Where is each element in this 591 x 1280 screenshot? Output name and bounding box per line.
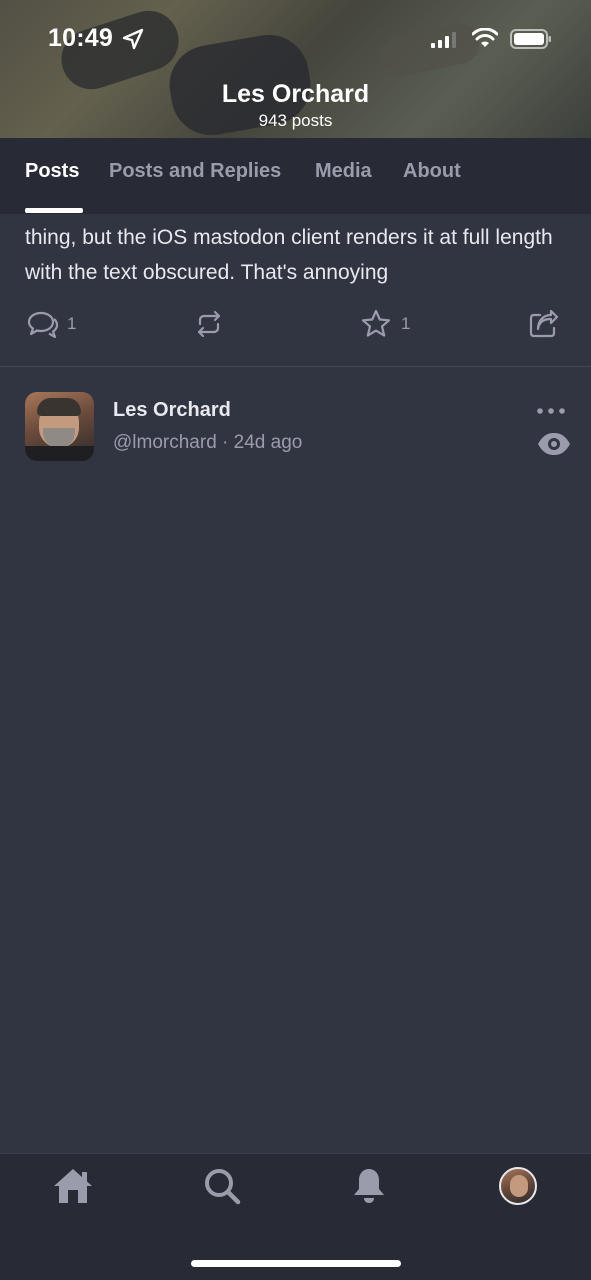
active-tab-indicator xyxy=(25,208,83,213)
nav-home[interactable] xyxy=(51,1164,95,1208)
author-avatar[interactable] xyxy=(25,392,94,461)
profile-name: Les Orchard xyxy=(221,80,370,108)
bell-icon xyxy=(354,1169,384,1203)
tab-posts[interactable]: Posts xyxy=(25,160,79,183)
home-icon xyxy=(54,1169,92,1203)
reply-button[interactable]: 1 xyxy=(25,306,76,342)
nav-search[interactable] xyxy=(200,1164,244,1208)
tab-about[interactable]: About xyxy=(403,160,461,183)
status-time: 10:49 xyxy=(48,24,113,52)
search-icon xyxy=(205,1169,241,1205)
reply-count: 1 xyxy=(67,314,77,333)
nav-profile[interactable] xyxy=(496,1164,540,1208)
more-icon[interactable] xyxy=(536,404,566,418)
eye-icon[interactable] xyxy=(536,430,572,458)
cellular-signal-icon xyxy=(431,32,456,48)
star-icon xyxy=(361,309,391,337)
boost-button[interactable] xyxy=(192,306,226,342)
profile-tabs: Posts Posts and Replies Media About xyxy=(0,138,591,214)
share-icon xyxy=(529,309,559,338)
battery-icon xyxy=(510,29,551,49)
tab-media[interactable]: Media xyxy=(315,160,372,183)
post-actions: 1 1 xyxy=(0,306,591,346)
location-arrow-icon xyxy=(122,28,144,50)
post-author-handle: @lmorchard · 24d ago xyxy=(113,432,303,453)
nav-notifications[interactable] xyxy=(347,1164,391,1208)
home-indicator[interactable] xyxy=(191,1260,401,1267)
post-author-name[interactable]: Les Orchard xyxy=(113,399,231,422)
share-button[interactable] xyxy=(526,306,560,342)
favorite-button[interactable]: 1 xyxy=(359,306,410,342)
tab-posts-and-replies[interactable]: Posts and Replies xyxy=(109,160,281,183)
post-content[interactable]: thing, but the iOS mastodon client rende… xyxy=(25,220,570,290)
reply-icon xyxy=(27,311,59,339)
profile-avatar xyxy=(499,1167,537,1205)
status-bar: 10:49 xyxy=(0,0,591,80)
wifi-icon xyxy=(472,28,498,47)
favorite-count: 1 xyxy=(401,314,411,333)
profile-post-count: 943 posts xyxy=(258,111,333,130)
post-divider xyxy=(0,366,591,367)
boost-icon xyxy=(197,310,221,338)
